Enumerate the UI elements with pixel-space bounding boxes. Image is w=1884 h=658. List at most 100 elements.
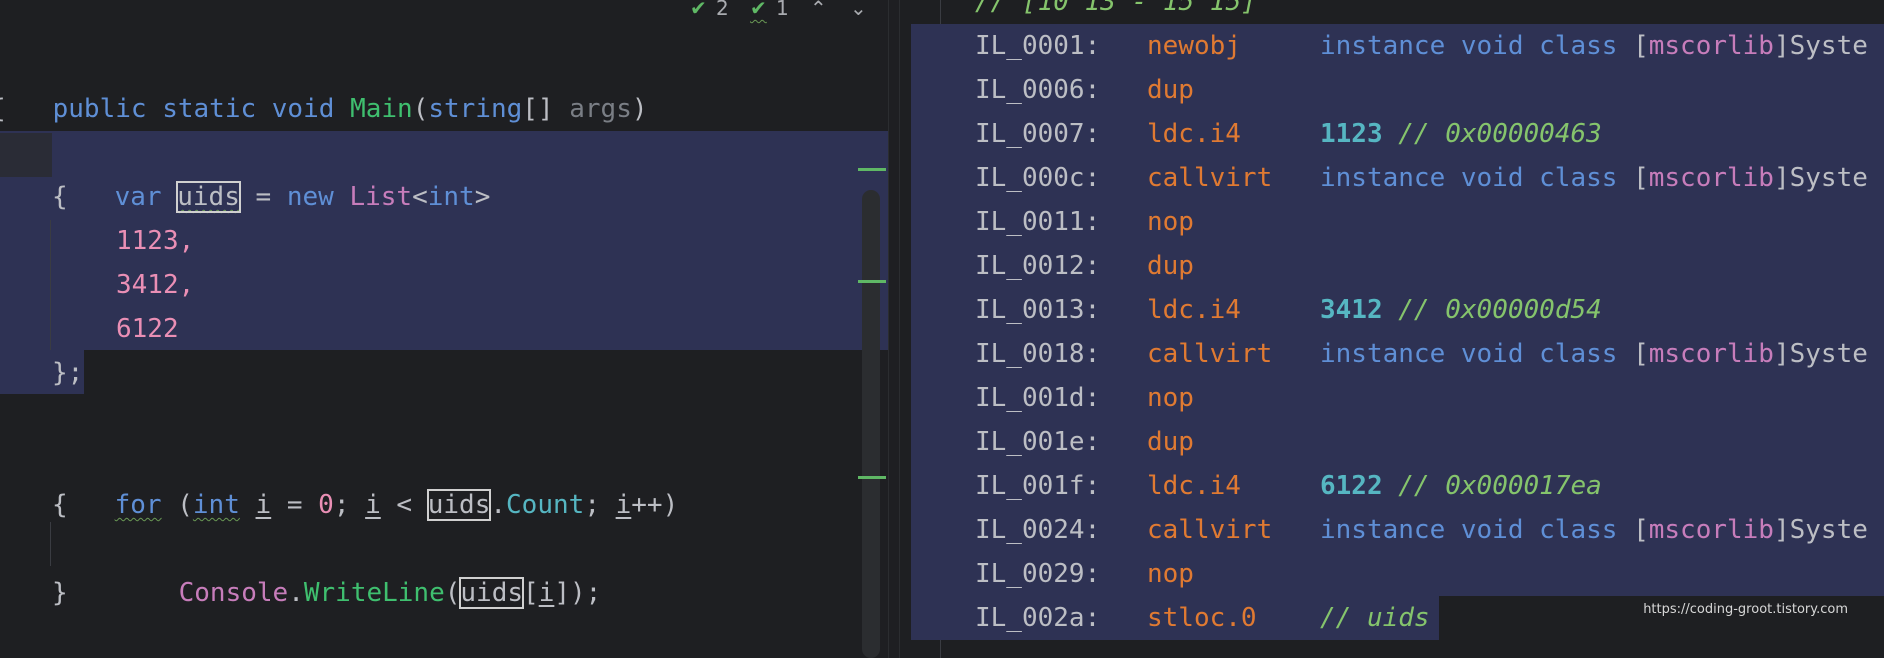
code-line-for: for (int i = 0; i < uids.Count; i++) <box>52 439 678 521</box>
csharp-editor[interactable]: ✔ 2 ✔ 1 ⌃ ⌄ public static void Main(stri… <box>0 0 888 658</box>
il-instruction-row[interactable]: IL_000c: callvirt instance void class [msc… <box>975 156 1884 200</box>
il-label: IL_0024: <box>975 515 1101 545</box>
il-label: IL_0006: <box>975 75 1101 105</box>
dot: . <box>288 578 304 608</box>
il-assembly-name: mscorlib <box>1648 163 1774 193</box>
il-instruction-row[interactable]: IL_0006: dup <box>975 68 1884 112</box>
variable-i[interactable]: i <box>539 578 555 608</box>
il-instruction-row[interactable]: IL_001e: dup <box>975 420 1884 464</box>
paren: ( <box>444 578 461 608</box>
il-opcode: dup <box>1147 75 1194 105</box>
watermark: https://coding-groot.tistory.com <box>1622 598 1848 622</box>
ok-check-icon: ✔ <box>690 0 707 20</box>
brace: { <box>52 490 68 520</box>
code-line-brace: { <box>0 87 6 131</box>
il-instruction-row[interactable]: IL_0029: nop <box>975 552 1884 596</box>
method-name[interactable]: Main <box>350 94 413 124</box>
change-marker[interactable] <box>858 280 886 283</box>
variable-i[interactable]: i <box>256 490 272 520</box>
il-operand: instance void class [mscorlib]Syste <box>1320 24 1868 68</box>
il-instruction-row[interactable]: IL_001d: nop <box>975 376 1884 420</box>
il-operand: 3412 // 0x00000d54 <box>1320 288 1602 332</box>
splitter[interactable] <box>888 0 900 658</box>
class-console[interactable]: Console <box>179 578 289 608</box>
il-label: IL_002a: <box>975 603 1101 633</box>
il-label: IL_0013: <box>975 295 1101 325</box>
il-assembly-name: mscorlib <box>1648 515 1774 545</box>
bracket: [ <box>523 578 539 608</box>
param-args: args <box>569 94 632 124</box>
il-label: IL_0012: <box>975 251 1101 281</box>
paren: ]); <box>554 578 602 608</box>
il-top-comment: // [10 13 - 15 15] <box>975 0 1257 24</box>
variable-i[interactable]: i <box>616 490 632 520</box>
il-viewer[interactable]: // [10 13 - 15 15] IL_0001: newobj instanc… <box>900 0 1884 658</box>
il-instruction-row[interactable]: IL_0007: ldc.i4 1123 // 0x00000463 <box>975 112 1884 156</box>
il-instruction-row[interactable]: IL_0011: nop <box>975 200 1884 244</box>
il-instruction-row[interactable]: IL_0001: newobj instance void class [mscor… <box>975 24 1884 68</box>
keyword-void: void <box>271 94 335 124</box>
il-label: IL_0011: <box>975 207 1101 237</box>
dot: . <box>490 490 507 520</box>
change-marker[interactable] <box>858 476 886 479</box>
il-hex-comment: // 0x00000d54 <box>1398 295 1602 325</box>
il-instruction-row[interactable]: IL_0024: callvirt instance void class [msc… <box>975 508 1884 552</box>
code-line-console: Console.WriteLine(uids[i]); <box>116 527 601 609</box>
il-opcode: dup <box>1147 251 1194 281</box>
class-list[interactable]: List <box>349 182 412 212</box>
brace: { <box>0 94 6 124</box>
code-line-init-close: }; <box>52 351 83 395</box>
il-operand: 1123 // 0x00000463 <box>1320 112 1602 156</box>
bracket: ] <box>1773 339 1790 369</box>
variable-i[interactable]: i <box>365 490 381 520</box>
variable-uids[interactable]: uids <box>176 181 241 213</box>
code-line-init-open: { <box>52 175 68 219</box>
variable-uids[interactable]: uids <box>426 489 492 521</box>
indent-guide <box>50 522 51 566</box>
il-opcode: ldc.i4 <box>1147 119 1241 149</box>
il-instruction-row[interactable]: IL_001f: ldc.i4 6122 // 0x000017ea <box>975 464 1884 508</box>
bracket: ] <box>1773 515 1790 545</box>
il-instruction-row[interactable]: IL_0013: ldc.i4 3412 // 0x00000d54 <box>975 288 1884 332</box>
previous-highlight-button[interactable]: ⌃ <box>810 0 827 20</box>
paren: ( <box>161 490 193 520</box>
property-count[interactable]: Count <box>506 490 584 520</box>
paren: ( <box>412 94 429 124</box>
code-line-for-close: } <box>52 571 68 615</box>
bracket: ] <box>1773 163 1790 193</box>
bracket: [ <box>1633 163 1649 193</box>
paren: ) <box>631 94 648 124</box>
brace: { <box>52 182 68 212</box>
keyword-var: var <box>114 182 162 212</box>
il-type-name: Syste <box>1789 339 1868 369</box>
method-writeline[interactable]: WriteLine <box>304 578 445 608</box>
code-line-value: 6122 <box>116 307 179 351</box>
il-type-name: Syste <box>1789 31 1868 61</box>
il-opcode: dup <box>1147 427 1194 457</box>
bracket: [ <box>1633 339 1649 369</box>
operator: = <box>239 182 287 212</box>
il-operand-keywords: instance void class <box>1320 515 1618 545</box>
il-number: 3412 <box>1320 295 1383 325</box>
il-operand: instance void class [mscorlib]Syste <box>1320 508 1868 552</box>
il-type-name: Syste <box>1789 515 1868 545</box>
il-opcode: callvirt <box>1147 515 1273 545</box>
variable-uids[interactable]: uids <box>459 577 525 609</box>
change-marker[interactable] <box>858 168 886 171</box>
editor-scrollbar[interactable] <box>862 190 880 658</box>
il-opcode: ldc.i4 <box>1147 295 1241 325</box>
il-operand-keywords: instance void class <box>1320 339 1618 369</box>
number-literal: 1123, <box>116 226 195 256</box>
next-highlight-button[interactable]: ⌄ <box>850 0 867 20</box>
il-opcode: newobj <box>1147 31 1241 61</box>
angle: > <box>474 182 491 212</box>
operator: = <box>271 490 319 520</box>
il-instruction-row[interactable]: IL_0018: callvirt instance void class [msc… <box>975 332 1884 376</box>
operator: ++) <box>631 490 679 520</box>
il-number: 1123 <box>1320 119 1383 149</box>
keyword-int: int <box>192 490 240 520</box>
il-assembly-name: mscorlib <box>1648 31 1774 61</box>
code-line-list-decl: var uids = new List<int> <box>52 131 490 213</box>
il-instruction-row[interactable]: IL_0012: dup <box>975 244 1884 288</box>
il-opcode: callvirt <box>1147 339 1273 369</box>
